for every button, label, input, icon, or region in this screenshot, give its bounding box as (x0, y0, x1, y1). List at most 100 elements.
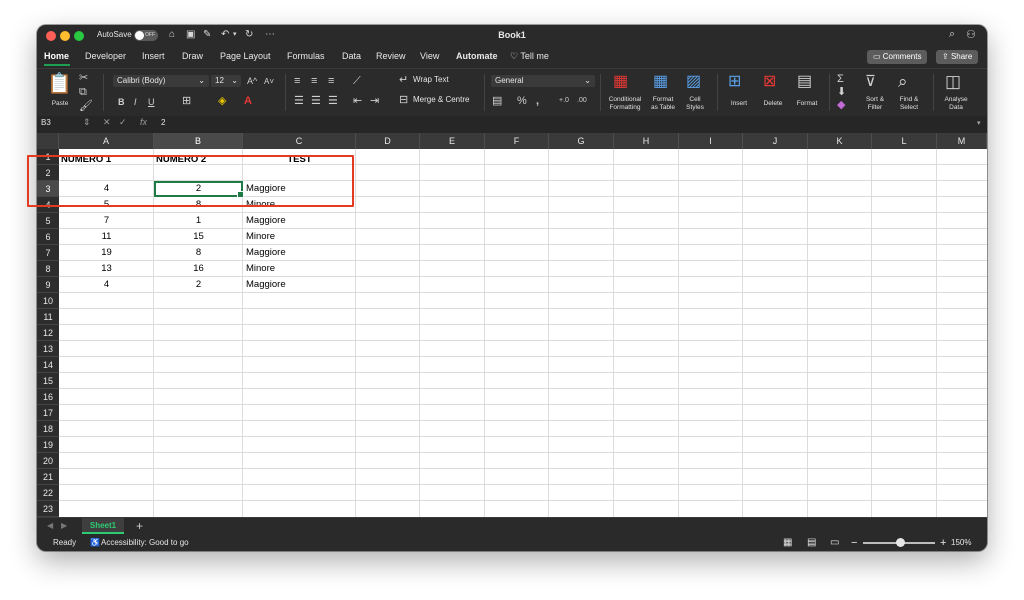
insert-cells-icon[interactable]: ⊞ (728, 73, 741, 91)
row-header[interactable]: 6 (37, 229, 59, 245)
insert-cells-button[interactable]: Insert (725, 100, 753, 108)
cell-b[interactable]: 15 (154, 229, 243, 245)
delete-cells-icon[interactable]: ⊠ (763, 73, 776, 91)
row-header[interactable]: 7 (37, 245, 59, 261)
find-select-button[interactable]: Find & Select (893, 96, 925, 111)
expand-formula-bar-icon[interactable]: ▾ (977, 119, 981, 127)
zoom-level[interactable]: 150% (951, 535, 971, 551)
name-box[interactable]: B3 (41, 118, 51, 127)
tab-insert[interactable]: Insert (142, 51, 165, 61)
column-header-l[interactable]: L (872, 133, 937, 149)
search-icon[interactable]: ⌕ (949, 28, 955, 41)
row-header[interactable]: 19 (37, 437, 59, 453)
zoom-slider-knob[interactable] (896, 538, 905, 547)
paste-icon[interactable]: 📋 (47, 73, 72, 95)
analyse-data-icon[interactable]: ◫ (945, 72, 961, 91)
tab-automate[interactable]: Automate (456, 51, 498, 61)
row-header[interactable]: 12 (37, 325, 59, 341)
row-header[interactable]: 21 (37, 469, 59, 485)
font-color-icon[interactable]: A (244, 95, 252, 107)
row-header[interactable]: 8 (37, 261, 59, 277)
format-cells-icon[interactable]: ▤ (797, 73, 812, 91)
accessibility-status[interactable]: Accessibility: Good to go (101, 535, 189, 551)
increase-font-size-icon[interactable]: A^ (247, 75, 257, 87)
row-header[interactable]: 5 (37, 213, 59, 229)
align-center-icon[interactable]: ☰ (311, 95, 321, 107)
add-sheet-icon[interactable]: + (136, 518, 143, 534)
cell-c[interactable]: Minore (246, 261, 354, 277)
cell-c[interactable]: Maggiore (246, 277, 354, 293)
tell-me-search[interactable]: ♡ Tell me (510, 51, 549, 62)
merge-centre-icon[interactable]: ⊟ (399, 94, 408, 106)
row-header[interactable]: 16 (37, 389, 59, 405)
cell-a[interactable]: 4 (59, 277, 154, 293)
orientation-icon[interactable]: ⟋ (353, 75, 361, 87)
row-header[interactable]: 14 (37, 357, 59, 373)
fill-color-icon[interactable]: ◈ (218, 95, 226, 107)
sort-filter-button[interactable]: Sort & Filter (861, 96, 889, 111)
sort-filter-icon[interactable]: ⊽ (865, 73, 876, 91)
analyse-data-button[interactable]: Analyse Data (939, 96, 973, 111)
row-header[interactable]: 9 (37, 277, 59, 293)
format-painter-icon[interactable]: 🖌 (79, 100, 93, 112)
align-left-icon[interactable]: ☰ (294, 95, 304, 107)
cell-a[interactable]: 19 (59, 245, 154, 261)
decrease-indent-icon[interactable]: ⇤ (353, 95, 362, 107)
sheet-tab-sheet1[interactable]: Sheet1 (82, 518, 124, 534)
merge-centre-button[interactable]: Merge & Centre (413, 95, 469, 104)
comments-button[interactable]: ▭ Comments (867, 50, 928, 64)
delete-cells-button[interactable]: Delete (759, 100, 787, 108)
fill-icon[interactable]: ⬇ (837, 86, 846, 98)
clear-icon[interactable]: ◆ (837, 99, 845, 111)
conditional-formatting-button[interactable]: Conditional Formatting (603, 96, 647, 111)
column-header-b[interactable]: B (154, 133, 243, 149)
cancel-icon[interactable]: ✕ (103, 117, 111, 128)
column-header-c[interactable]: C (243, 133, 356, 149)
decrease-decimal-icon[interactable]: .00 (577, 95, 587, 107)
row-header[interactable]: 20 (37, 453, 59, 469)
cell-styles-icon[interactable]: ▨ (686, 73, 701, 91)
column-header-k[interactable]: K (808, 133, 872, 149)
underline-icon[interactable]: U (148, 96, 155, 108)
column-header-a[interactable]: A (59, 133, 154, 149)
column-header-d[interactable]: D (356, 133, 420, 149)
column-header-f[interactable]: F (485, 133, 549, 149)
increase-decimal-icon[interactable]: +.0 (559, 95, 569, 107)
cell-c[interactable]: Maggiore (246, 213, 354, 229)
format-as-table-button[interactable]: Format as Table (645, 96, 681, 111)
zoom-in-icon[interactable]: + (940, 535, 946, 551)
formula-input[interactable]: 2 (161, 118, 165, 127)
column-header-m[interactable]: M (937, 133, 987, 149)
name-box-stepper-icon[interactable]: ⇕ (83, 117, 91, 128)
bold-icon[interactable]: B (118, 96, 125, 108)
increase-indent-icon[interactable]: ⇥ (370, 95, 379, 107)
row-header[interactable]: 22 (37, 485, 59, 501)
wrap-text-icon[interactable]: ↵ (399, 74, 408, 86)
find-select-icon[interactable]: ⌕ (898, 72, 908, 91)
tab-home[interactable]: Home (44, 51, 69, 61)
row-header[interactable]: 17 (37, 405, 59, 421)
column-header-e[interactable]: E (420, 133, 485, 149)
column-header-j[interactable]: J (743, 133, 808, 149)
page-break-view-icon[interactable]: ▭ (830, 535, 839, 551)
comma-style-icon[interactable]: , (536, 95, 539, 107)
cell-b[interactable]: 16 (154, 261, 243, 277)
cut-icon[interactable]: ✂ (79, 72, 88, 84)
cell-a[interactable]: 11 (59, 229, 154, 245)
row-header[interactable]: 23 (37, 501, 59, 517)
cell-b[interactable]: 2 (154, 277, 243, 293)
cell-styles-button[interactable]: Cell Styles (681, 96, 709, 111)
normal-view-icon[interactable]: ▦ (783, 535, 792, 551)
column-header-h[interactable]: H (614, 133, 679, 149)
conditional-formatting-icon[interactable]: ▦ (613, 73, 628, 91)
tab-page-layout[interactable]: Page Layout (220, 51, 271, 61)
decrease-font-size-icon[interactable]: A˅ (264, 76, 274, 88)
share-button[interactable]: ⇪ Share (936, 50, 979, 64)
tab-view[interactable]: View (420, 51, 439, 61)
cell-c[interactable]: Minore (246, 229, 354, 245)
tab-developer[interactable]: Developer (85, 51, 126, 61)
wrap-text-button[interactable]: Wrap Text (413, 75, 449, 84)
tab-review[interactable]: Review (376, 51, 406, 61)
italic-icon[interactable]: I (134, 96, 137, 108)
tab-data[interactable]: Data (342, 51, 361, 61)
